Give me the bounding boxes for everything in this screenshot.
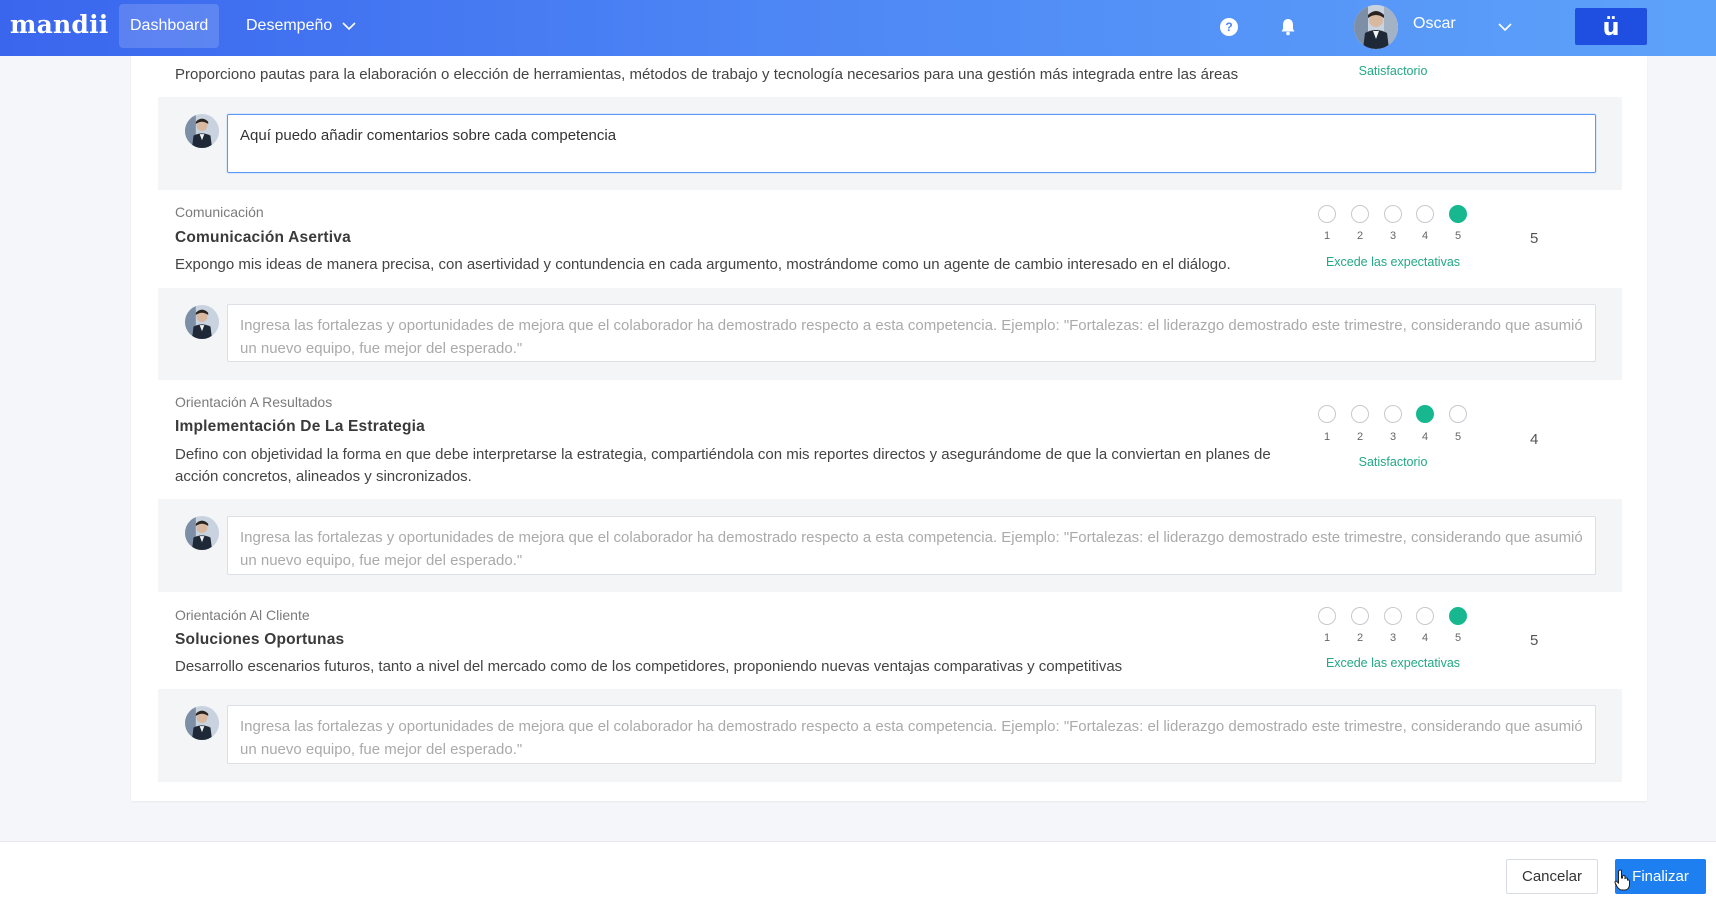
rating-number: 3 (1389, 632, 1397, 644)
rating-radio-2[interactable] (1351, 405, 1369, 423)
rating-radio-1[interactable] (1318, 405, 1336, 423)
footer-bar (0, 841, 1716, 903)
competency-description: Proporciono pautas para la elaboración o… (175, 66, 1239, 83)
rating-number: 5 (1454, 431, 1462, 443)
score-value: 5 (1530, 230, 1539, 247)
rating-number: 1 (1323, 230, 1331, 242)
competency-title: Soluciones Oportunas (175, 631, 345, 648)
comment-input[interactable]: Ingresa las fortalezas y oportunidades d… (227, 516, 1596, 575)
rating-label: Excede las expectativas (1325, 255, 1461, 269)
rating-radio-1[interactable] (1318, 205, 1336, 223)
rating-radio-1[interactable] (1318, 607, 1336, 625)
rating-radio-5[interactable] (1449, 205, 1467, 223)
rating-radio-5[interactable] (1449, 607, 1467, 625)
rating-number: 5 (1454, 632, 1462, 644)
rating-radio-4[interactable] (1416, 405, 1434, 423)
rating-number: 4 (1421, 632, 1429, 644)
rating-radio-2[interactable] (1351, 607, 1369, 625)
rating-number: 5 (1454, 230, 1462, 242)
competency-description: Desarrollo escenarios futuros, tanto a n… (175, 658, 1123, 675)
rating-label: Satisfactorio (1358, 455, 1428, 469)
competency-title: Comunicación Asertiva (175, 229, 351, 246)
competency-description: Expongo mis ideas de manera precisa, con… (175, 256, 1231, 273)
competency-description: Defino con objetividad la forma en que d… (175, 446, 1271, 485)
avatar (185, 706, 219, 740)
rating-number: 2 (1356, 431, 1364, 443)
hand-cursor-icon (1614, 869, 1630, 891)
rating-number: 4 (1421, 230, 1429, 242)
rating-radio-4[interactable] (1416, 205, 1434, 223)
rating-label: Satisfactorio (1358, 64, 1428, 78)
avatar (185, 516, 219, 550)
score-value: 4 (1530, 431, 1539, 448)
rating-number: 1 (1323, 632, 1331, 644)
competency-list: Proporciono pautas para la elaboración o… (0, 0, 1716, 903)
rating-radio-3[interactable] (1384, 405, 1402, 423)
rating-radio-4[interactable] (1416, 607, 1434, 625)
competency-category: Orientación Al Cliente (175, 607, 310, 623)
cancel-button[interactable]: Cancelar (1506, 859, 1598, 894)
rating-number: 1 (1323, 431, 1331, 443)
rating-radio-3[interactable] (1384, 205, 1402, 223)
rating-number: 3 (1389, 431, 1397, 443)
avatar (185, 305, 219, 339)
rating-number: 3 (1389, 230, 1397, 242)
rating-label: Excede las expectativas (1325, 656, 1461, 670)
rating-number: 2 (1356, 632, 1364, 644)
comment-input[interactable]: Aquí puedo añadir comentarios sobre cada… (227, 114, 1596, 173)
rating-radio-3[interactable] (1384, 607, 1402, 625)
comment-input[interactable]: Ingresa las fortalezas y oportunidades d… (227, 705, 1596, 764)
rating-number: 2 (1356, 230, 1364, 242)
avatar (185, 114, 219, 148)
score-value: 5 (1530, 632, 1539, 649)
competency-category: Comunicación (175, 204, 264, 220)
rating-number: 4 (1421, 431, 1429, 443)
competency-title: Implementación De La Estrategia (175, 418, 425, 435)
rating-radio-5[interactable] (1449, 405, 1467, 423)
competency-category: Orientación A Resultados (175, 394, 333, 410)
comment-input[interactable]: Ingresa las fortalezas y oportunidades d… (227, 304, 1596, 362)
rating-radio-2[interactable] (1351, 205, 1369, 223)
